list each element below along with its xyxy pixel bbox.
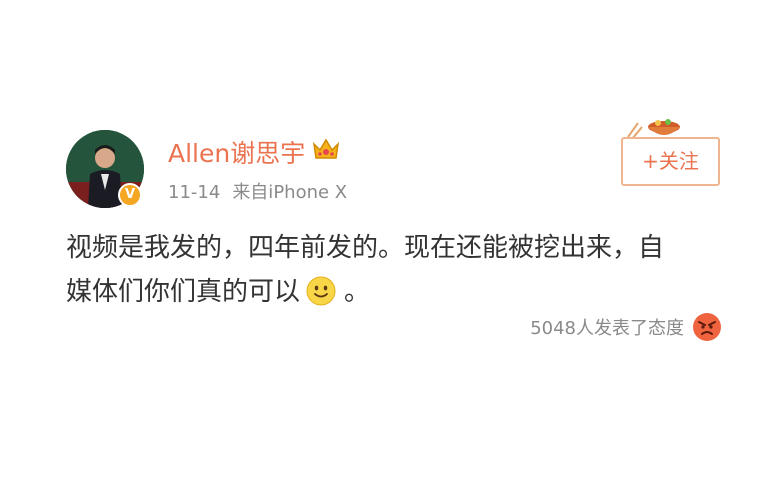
content-line-1: 视频是我发的，四年前发的。现在还能被挖出来，自 — [66, 233, 665, 263]
smiley-emoji-icon — [306, 276, 336, 305]
reactions-summary[interactable]: 5048人发表了态度 — [530, 312, 722, 342]
follow-button[interactable]: +关注 — [621, 137, 720, 186]
angry-face-icon — [693, 313, 721, 341]
author-name[interactable]: Allen谢思宇 — [168, 134, 305, 170]
reactions-count-label: 5048人发表了态度 — [530, 318, 684, 339]
post-meta: 11-14 来自iPhone X — [168, 178, 347, 204]
post-content: 视频是我发的，四年前发的。现在还能被挖出来，自 媒体们你们真的可以 。 — [66, 226, 726, 314]
content-line-2-end: 。 — [344, 277, 371, 307]
weibo-post: V Allen谢思宇 11-14 来自iPhone X +关注 视频是我发的，四年… — [0, 0, 778, 497]
content-line-2: 媒体们你们真的可以 。 — [66, 270, 726, 314]
crown-icon — [312, 138, 340, 159]
post-source[interactable]: 来自iPhone X — [232, 178, 347, 204]
verified-badge-icon: V — [118, 183, 142, 207]
post-date: 11-14 — [168, 182, 221, 203]
content-line-2-text: 媒体们你们真的可以 — [66, 277, 301, 307]
